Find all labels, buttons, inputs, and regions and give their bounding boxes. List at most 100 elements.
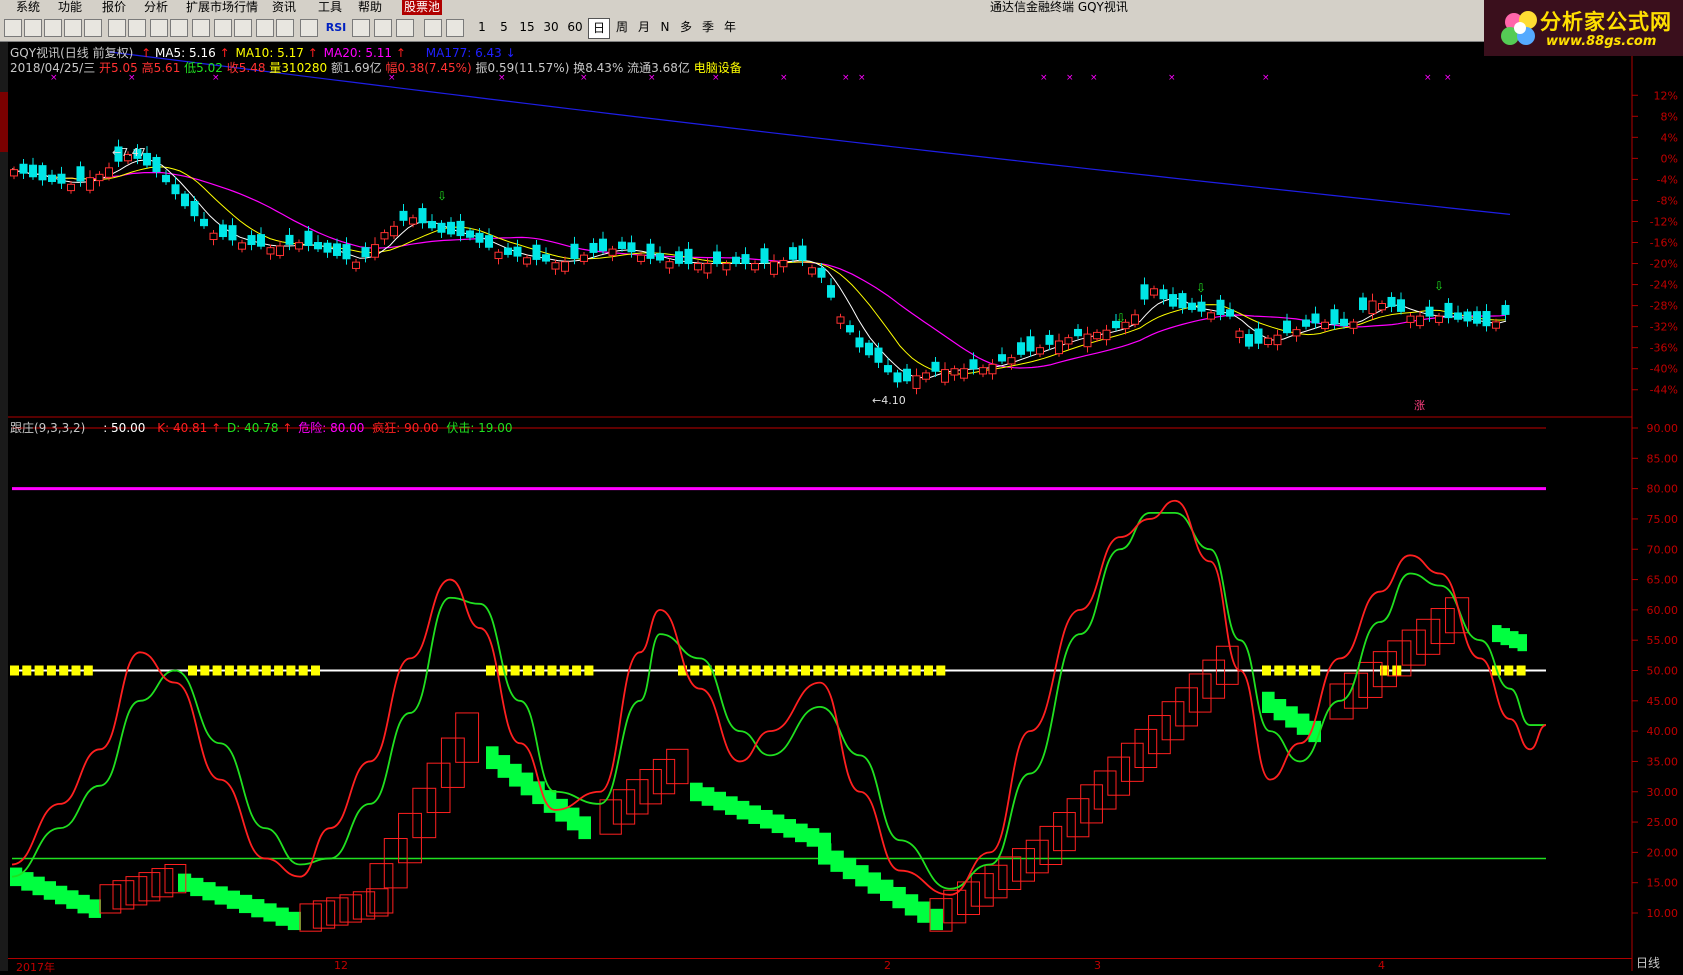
f10-detail-icon[interactable] (192, 19, 210, 37)
up-icon[interactable] (24, 19, 42, 37)
indicator-title[interactable]: 跟庄(9,3,3,2) (10, 421, 85, 435)
period-multi[interactable]: 多 (676, 18, 696, 37)
wave-icon[interactable] (300, 19, 318, 37)
green-block (520, 772, 534, 796)
refresh-icon[interactable] (446, 19, 464, 37)
green-block (929, 908, 943, 931)
candle-body (675, 251, 683, 264)
period-season[interactable]: 季 (698, 18, 718, 37)
red-ladder-box (312, 900, 336, 929)
candle-body (162, 174, 170, 183)
down-icon[interactable] (44, 19, 62, 37)
candle-body (1492, 321, 1500, 329)
left-tab-active[interactable] (0, 92, 8, 152)
date-label: 3 (1094, 959, 1101, 972)
back-icon[interactable] (4, 19, 22, 37)
indicator-axis-label: 40.00 (1647, 725, 1679, 738)
period-15min[interactable]: 15 (516, 18, 538, 37)
signal-square (862, 665, 872, 676)
formula-icon[interactable] (424, 19, 442, 37)
menu-quote[interactable]: 报价 (102, 0, 126, 15)
candle-body (1463, 311, 1472, 322)
green-block (880, 879, 894, 901)
red-ladder-box (1053, 812, 1076, 852)
menu-tools[interactable]: 工具 (318, 0, 342, 15)
indicator-danger: 危险: 80.00 (298, 421, 365, 435)
period-year[interactable]: 年 (720, 18, 740, 37)
menu-help[interactable]: 帮助 (358, 0, 382, 15)
green-block (1492, 625, 1502, 643)
rsi-button[interactable]: RSI (322, 18, 350, 37)
f10-icon[interactable] (170, 19, 188, 37)
candle-body (580, 254, 588, 262)
candle-body (257, 234, 265, 247)
candle-body (1425, 306, 1434, 317)
candle-body (1311, 313, 1320, 324)
candle-body (979, 367, 987, 375)
signal-square (936, 665, 946, 676)
chart-canvas[interactable]: ←7.47←4.10 涨× × × × × × × × × × × × × × × × × ×⇩⇩⇩ ⇩ 12%8%4… (0, 0, 1683, 971)
candle-body (1197, 301, 1206, 312)
move-icon[interactable] (374, 19, 392, 37)
target-icon[interactable] (352, 19, 370, 37)
signal-square (776, 665, 786, 676)
candle-body (988, 363, 997, 375)
candle-body (285, 234, 294, 245)
period-week[interactable]: 周 (612, 18, 632, 37)
candle-body (1169, 294, 1177, 307)
period-60min[interactable]: 60 (564, 18, 586, 37)
line-chart-icon[interactable] (108, 19, 126, 37)
table-icon[interactable] (84, 19, 102, 37)
candle-body (608, 248, 617, 256)
indicator-mid: : 50.00 (103, 421, 146, 435)
menu-system[interactable]: 系统 (16, 0, 40, 15)
candle-body (200, 218, 208, 227)
period-month[interactable]: 月 (634, 18, 654, 37)
candle-body (1188, 302, 1196, 310)
period-5min[interactable]: 5 (496, 18, 512, 37)
ma20-label: MA20: 5.11 (323, 46, 393, 60)
period-day[interactable]: 日 (588, 18, 610, 39)
candle-body (656, 253, 664, 261)
menu-extended-market[interactable]: 扩展市场行情 (186, 0, 258, 15)
candle-body (1036, 347, 1044, 355)
candle-body (884, 365, 892, 373)
compare-icon[interactable] (214, 19, 232, 37)
candle-body (589, 242, 598, 253)
candle-body (789, 247, 797, 260)
f10-search-icon[interactable] (234, 19, 252, 37)
green-block (1517, 634, 1527, 652)
ma-arrow-icon: ↑ (141, 46, 152, 60)
zoom-icon[interactable] (276, 19, 294, 37)
candle-body (599, 238, 607, 252)
green-block (32, 876, 45, 896)
grid-icon[interactable] (64, 19, 82, 37)
signal-square (71, 665, 81, 676)
menu-stock-pool[interactable]: 股票池 (402, 0, 443, 15)
screen-icon[interactable] (256, 19, 274, 37)
signal-square (850, 665, 860, 676)
green-block (202, 882, 216, 901)
down-arrow-icon: ⇩ (1116, 311, 1126, 325)
period-30min[interactable]: 30 (540, 18, 562, 37)
menu-function[interactable]: 功能 (58, 0, 82, 15)
menu-news[interactable]: 资讯 (272, 0, 296, 15)
bar-chart-icon[interactable] (128, 19, 146, 37)
red-ladder-box (666, 748, 689, 785)
candle-body (1207, 312, 1215, 320)
pen-icon[interactable] (396, 19, 414, 37)
down-arrow-icon: ⇩ (437, 189, 447, 203)
info-icon[interactable] (150, 19, 168, 37)
signal-square (751, 665, 761, 676)
period-n[interactable]: N (656, 18, 674, 37)
left-tab-strip[interactable] (0, 42, 8, 971)
date-label: 2 (884, 959, 891, 972)
signal-square (249, 665, 259, 676)
signal-x-marker: × (780, 73, 788, 83)
pct-axis-label: -4% (1657, 173, 1678, 186)
menu-analysis[interactable]: 分析 (144, 0, 168, 15)
period-1min[interactable]: 1 (474, 18, 490, 37)
candle-body (1501, 304, 1510, 315)
green-block (566, 807, 580, 831)
candle-body (751, 263, 759, 271)
